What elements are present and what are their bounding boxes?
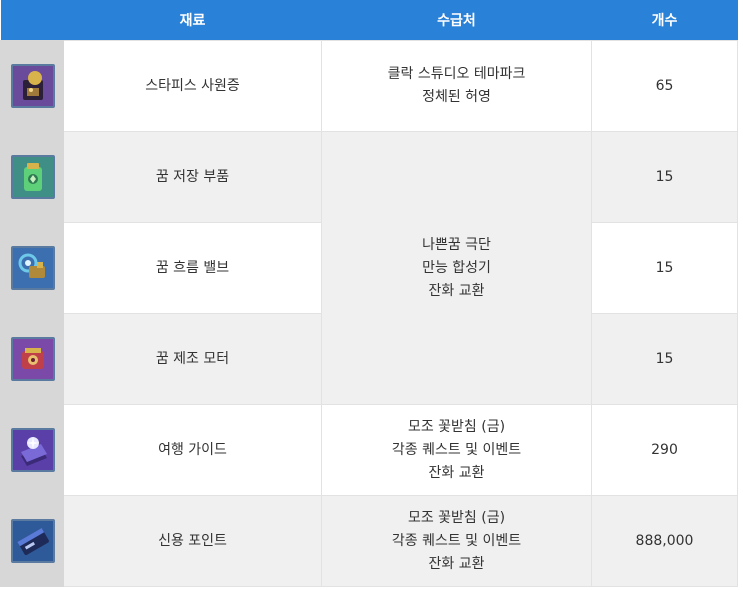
header-source: 수급처 <box>321 0 592 41</box>
material-name: 신용 포인트 <box>63 495 322 587</box>
header-material: 재료 <box>63 0 322 41</box>
header-count: 개수 <box>591 0 738 41</box>
icon-cell <box>0 313 64 405</box>
material-count: 290 <box>591 404 738 496</box>
material-count: 65 <box>591 40 738 132</box>
source-line: 클락 스튜디오 테마파크 <box>387 66 526 82</box>
material-name: 꿈 제조 모터 <box>63 313 322 405</box>
source-cell: 모조 꽃받침 (금) 각종 퀘스트 및 이벤트 잔화 교환 <box>321 404 592 496</box>
dream-motor-icon <box>10 337 55 381</box>
material-count: 888,000 <box>591 495 738 587</box>
dream-storage-part-icon <box>10 155 55 199</box>
material-count: 15 <box>591 313 738 405</box>
icon-cell <box>0 222 64 314</box>
table-row: 여행 가이드 모조 꽃받침 (금) 각종 퀘스트 및 이벤트 잔화 교환 290 <box>0 404 738 496</box>
materials-table: 재료 수급처 개수 스타피스 사원증 클락 스튜디오 테마파크 정체된 허영 6… <box>0 0 738 587</box>
table-row: 스타피스 사원증 클락 스튜디오 테마파크 정체된 허영 65 <box>0 40 738 132</box>
stapis-badge-icon <box>10 64 55 108</box>
source-line: 정체된 허영 <box>422 89 491 105</box>
header-icon-cell <box>0 0 64 41</box>
source-line: 각종 퀘스트 및 이벤트 <box>391 441 522 458</box>
source-line: 모조 꽃받침 (금) <box>407 509 506 526</box>
icon-cell <box>0 40 64 132</box>
source-line: 잔화 교환 <box>428 555 485 572</box>
credit-point-icon <box>10 519 55 563</box>
material-name: 여행 가이드 <box>63 404 322 496</box>
material-count: 15 <box>591 222 738 314</box>
source-line: 나쁜꿈 극단 <box>422 236 491 253</box>
material-count: 15 <box>591 131 738 223</box>
icon-cell <box>0 404 64 496</box>
icon-cell <box>0 131 64 223</box>
source-cell: 클락 스튜디오 테마파크 정체된 허영 <box>321 40 592 132</box>
material-name: 꿈 흐름 밸브 <box>63 222 322 314</box>
material-name: 스타피스 사원증 <box>63 40 322 132</box>
table-header-row: 재료 수급처 개수 <box>0 0 738 41</box>
source-cell: 나쁜꿈 극단 만능 합성기 잔화 교환 <box>321 131 592 405</box>
material-name: 꿈 저장 부품 <box>63 131 322 223</box>
source-line: 각종 퀘스트 및 이벤트 <box>391 532 522 549</box>
dream-flow-valve-icon <box>10 246 55 290</box>
table-row: 꿈 저장 부품 나쁜꿈 극단 만능 합성기 잔화 교환 15 <box>0 131 738 405</box>
source-line: 잔화 교환 <box>428 464 485 481</box>
travel-guide-icon <box>10 428 55 472</box>
source-line: 모조 꽃받침 (금) <box>407 418 506 435</box>
source-line: 만능 합성기 <box>422 259 491 276</box>
source-line: 잔화 교환 <box>428 282 485 299</box>
icon-cell <box>0 495 64 587</box>
table-row: 신용 포인트 모조 꽃받침 (금) 각종 퀘스트 및 이벤트 잔화 교환 888… <box>0 495 738 587</box>
source-cell: 모조 꽃받침 (금) 각종 퀘스트 및 이벤트 잔화 교환 <box>321 495 592 587</box>
